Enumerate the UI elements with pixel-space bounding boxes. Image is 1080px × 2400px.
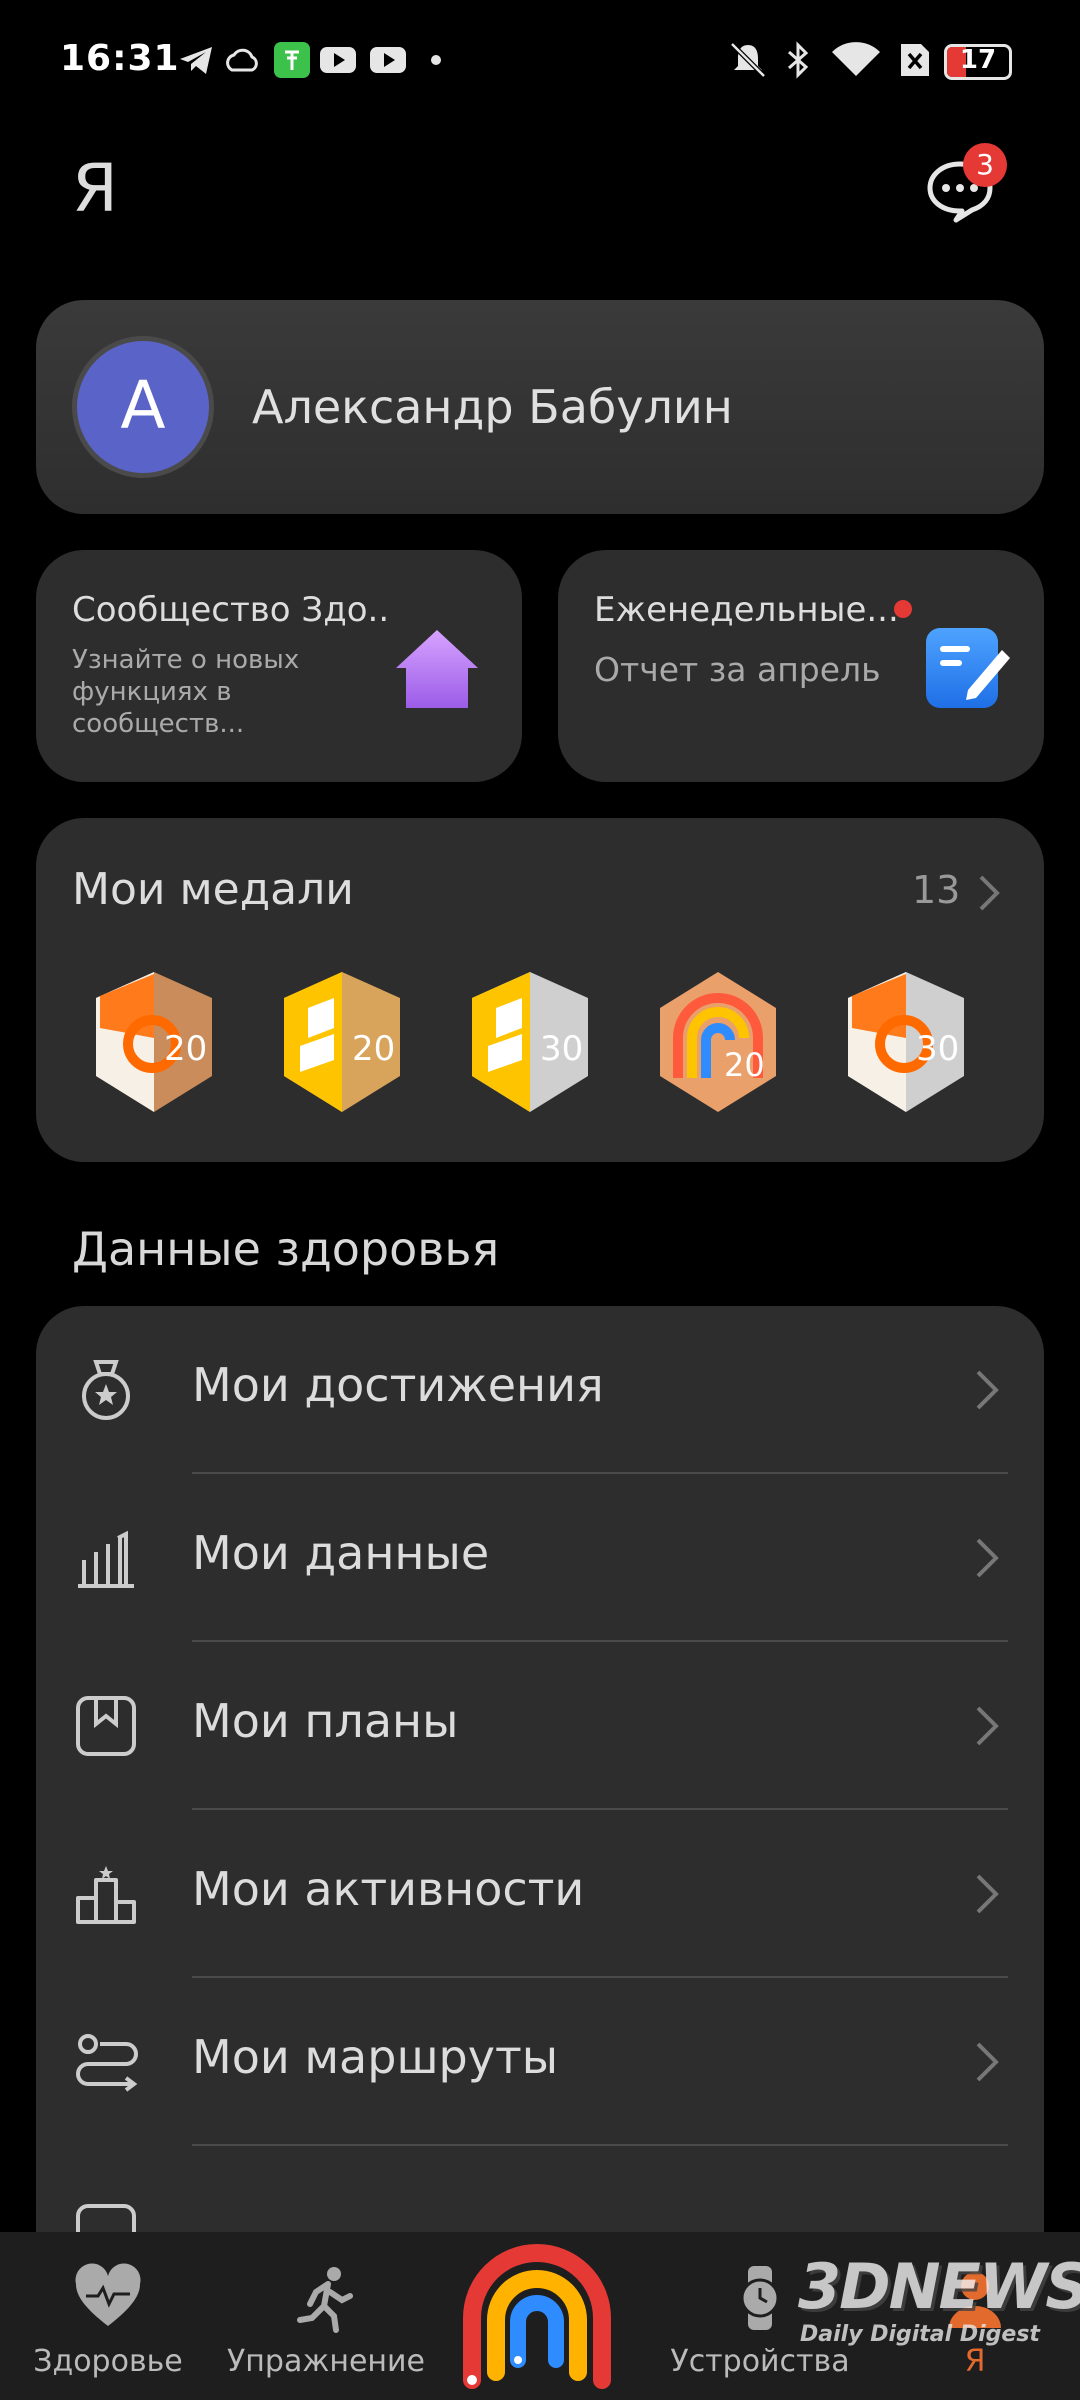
telegram-icon: [180, 47, 212, 74]
chevron-right-icon: [976, 2042, 999, 2082]
community-subtitle: Узнайте о новых функциях в сообществ...: [72, 645, 300, 739]
nav-health[interactable]: Здоровье: [10, 2232, 206, 2400]
house-icon: [396, 630, 478, 708]
weekly-subtitle: Отчет за апрель: [594, 650, 881, 689]
svg-text:30: 30: [540, 1029, 583, 1069]
medal-30-yellow[interactable]: 30: [466, 968, 594, 1116]
list-item-label: Мои маршруты: [192, 2030, 559, 2084]
weekly-report-card[interactable]: Еженедельные... Отчет за апрель: [558, 550, 1044, 782]
wifi-icon: [832, 42, 880, 76]
profile-name: Александр Бабулин: [252, 380, 733, 434]
route-icon: [76, 2034, 138, 2092]
list-item-label: Мои данные: [192, 1526, 490, 1580]
activity-rings-button[interactable]: [452, 2232, 622, 2400]
report-edit-icon: [926, 628, 1010, 708]
medal-30-orange[interactable]: 30: [842, 968, 970, 1116]
health-section-title: Данные здоровья: [72, 1222, 500, 1276]
watermark-tagline: Daily Digital Digest: [800, 2322, 1040, 2347]
dot-icon: [431, 55, 441, 65]
podium-icon: [76, 1866, 136, 1924]
chevron-right-icon: [979, 875, 1000, 911]
watermark-brand: 3DNEWS: [798, 2250, 1080, 2323]
nav-exercise[interactable]: Упражнение: [226, 2232, 426, 2400]
youtube-icon: [320, 47, 356, 73]
medal-20-orange[interactable]: 20: [90, 968, 218, 1116]
list-item-data[interactable]: Мои данные: [36, 1474, 1044, 1642]
svg-text:20: 20: [352, 1029, 395, 1069]
list-item-label: Мои активности: [192, 1862, 585, 1916]
weekly-title: Еженедельные...: [594, 590, 899, 630]
list-item-routes[interactable]: Мои маршруты: [36, 1978, 1044, 2146]
medals-card[interactable]: Мои медали 13 20 20 30 20 30: [36, 818, 1044, 1162]
chevron-right-icon: [976, 1538, 999, 1578]
running-icon: [297, 2267, 353, 2333]
cloud-icon: [226, 48, 258, 72]
community-title: Сообщество Здо...: [72, 590, 392, 630]
youtube-icon: [370, 47, 406, 73]
heart-icon: [75, 2263, 141, 2326]
battery-level: 17: [959, 45, 997, 75]
medals-title: Мои медали: [72, 864, 354, 915]
status-bar: 16:31 17: [0, 0, 1080, 125]
medal-icon: [82, 1360, 130, 1420]
profile-card[interactable]: А Александр Бабулин: [36, 300, 1044, 514]
list-item-activities[interactable]: Мои активности: [36, 1810, 1044, 1978]
chevron-right-icon: [976, 1706, 999, 1746]
community-card[interactable]: Сообщество Здо... Узнайте о новых функци…: [36, 550, 522, 782]
chevron-right-icon: [976, 1370, 999, 1410]
chevron-right-icon: [976, 1874, 999, 1914]
medals-count: 13: [912, 868, 961, 912]
bar-chart-icon: [78, 1530, 134, 1588]
watermark-logo: 3DNEWS Daily Digital Digest: [790, 2250, 1080, 2390]
watch-icon: [740, 2266, 780, 2330]
unread-dot: [894, 600, 912, 618]
svg-text:30: 30: [916, 1029, 959, 1069]
sim-off-icon: [901, 44, 929, 76]
page-title: Я: [72, 150, 118, 227]
messages-badge: 3: [963, 143, 1007, 187]
svg-text:20: 20: [164, 1029, 207, 1069]
list-item-label: Мои планы: [192, 1694, 459, 1748]
medal-20-rainbow[interactable]: 20: [654, 968, 782, 1116]
avatar[interactable]: А: [72, 336, 214, 478]
list-item-achievements[interactable]: Мои достижения: [36, 1306, 1044, 1474]
list-item-plans[interactable]: Мои планы: [36, 1642, 1044, 1810]
mute-icon: [730, 42, 766, 78]
nav-health-label: Здоровье: [33, 2344, 183, 2379]
battery-icon: 17: [944, 44, 1012, 80]
bluetooth-icon: [788, 41, 809, 79]
nav-exercise-label: Упражнение: [227, 2344, 425, 2379]
svg-text:20: 20: [724, 1046, 765, 1084]
app-icon: [274, 42, 310, 78]
list-item-label: Мои достижения: [192, 1358, 604, 1412]
bookmark-icon: [76, 1696, 136, 1756]
health-data-list: Мои достижения Мои данные Мои планы Мои …: [36, 1306, 1044, 2266]
status-time: 16:31: [60, 38, 180, 79]
medal-20-yellow[interactable]: 20: [278, 968, 406, 1116]
